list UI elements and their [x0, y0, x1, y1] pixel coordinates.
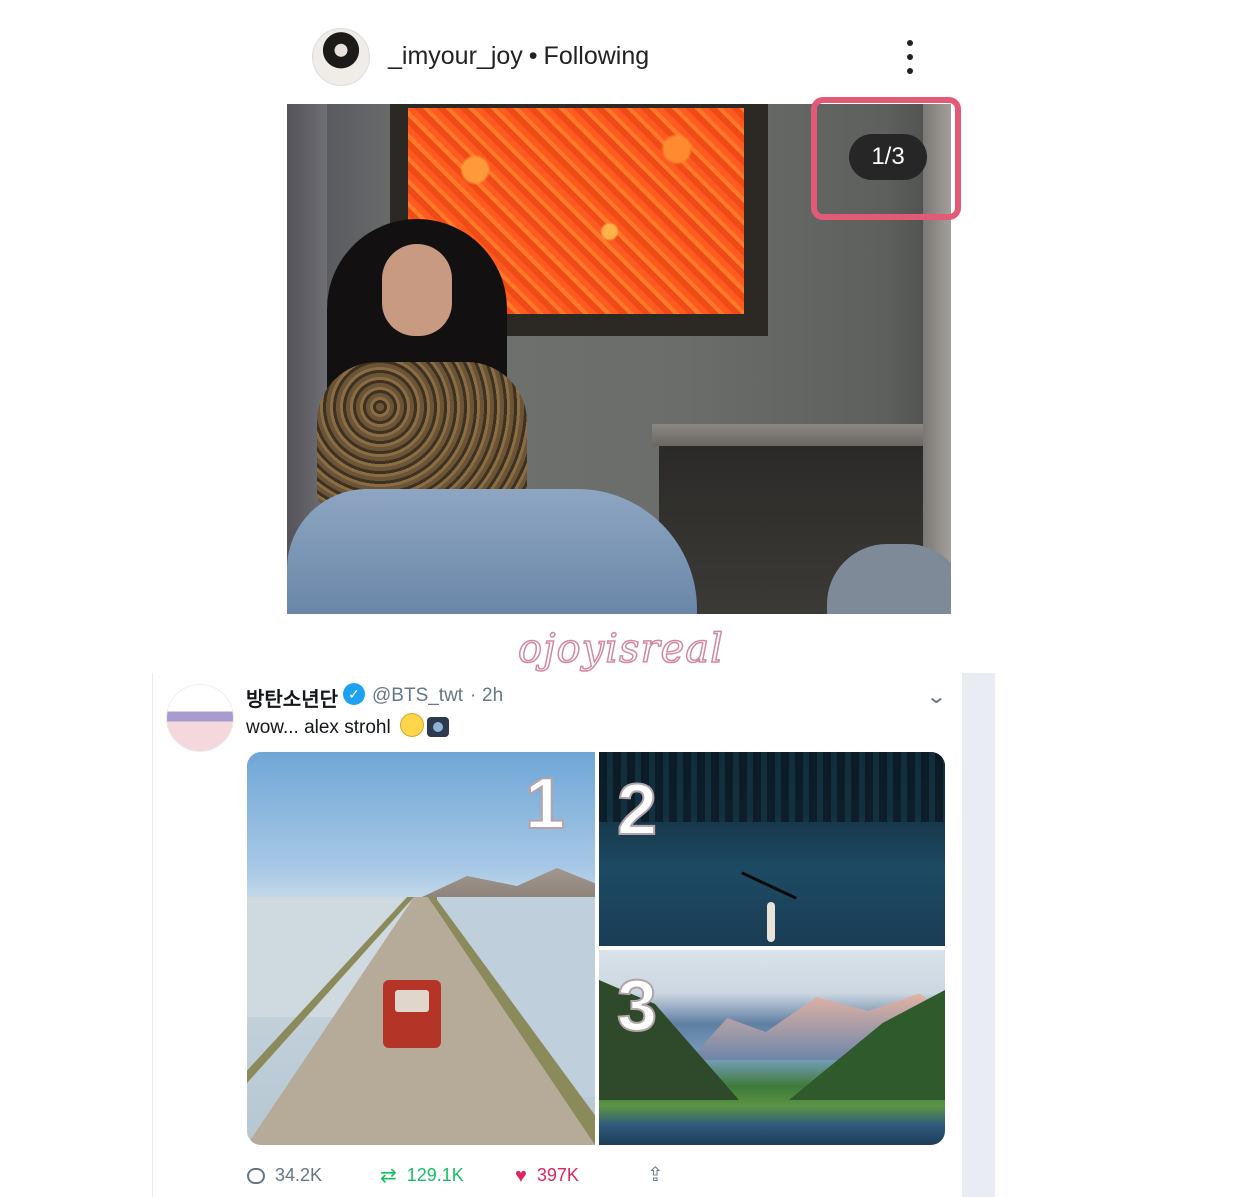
retweet-icon: ⇄: [380, 1164, 397, 1187]
tweet-display-name[interactable]: 방탄소년단: [246, 683, 338, 712]
username-link[interactable]: _imyour_joy: [388, 42, 523, 70]
like-count: 397K: [536, 1165, 579, 1185]
tweet-handle[interactable]: @BTS_twt: [372, 685, 463, 707]
tweet-image-2[interactable]: 2: [599, 752, 945, 946]
chevron-down-icon[interactable]: ⌄: [925, 684, 947, 709]
tweet-timestamp[interactable]: 2h: [482, 685, 503, 707]
smiling-face-emoji-icon: [399, 713, 424, 737]
share-button[interactable]: ⇪: [647, 1165, 674, 1185]
image-label-2: 2: [616, 770, 658, 850]
post-title: _imyour_joy • Following: [388, 42, 649, 71]
tweet-image-3[interactable]: 3: [599, 950, 945, 1145]
reply-count: 34.2K: [275, 1165, 323, 1185]
tweet-avatar[interactable]: [166, 684, 234, 752]
kayak: [767, 902, 775, 942]
instagram-post-header: _imyour_joy • Following: [312, 28, 922, 86]
tweet-image-1[interactable]: 1: [247, 752, 595, 1145]
more-vertical-icon[interactable]: [898, 40, 922, 74]
car: [383, 980, 441, 1048]
separator-dot: •: [528, 42, 538, 70]
tweet-actions: 34.2K ⇄ 129.1K ♥ 397K ⇪: [247, 1165, 677, 1191]
image-label-1: 1: [524, 764, 566, 844]
tweet-text: wow... alex strohl: [246, 713, 449, 739]
scrollbar[interactable]: [962, 673, 995, 1197]
camera-emoji-icon: [426, 717, 449, 737]
highlight-annotation-box: [811, 97, 961, 220]
image-label-3: 3: [616, 966, 658, 1046]
tweet-media-grid: 1 2 3: [247, 752, 945, 1145]
retweet-count: 129.1K: [406, 1165, 464, 1185]
share-icon: ⇪: [647, 1164, 664, 1186]
heart-icon: ♥: [515, 1164, 527, 1187]
like-button[interactable]: ♥ 397K: [515, 1165, 579, 1186]
separator-dot: ·: [470, 685, 477, 706]
follow-status[interactable]: Following: [544, 42, 650, 70]
profile-avatar[interactable]: [312, 28, 370, 86]
reply-icon: [247, 1167, 265, 1184]
tweet-text-body: wow... alex strohl: [246, 717, 391, 738]
reply-button[interactable]: 34.2K: [247, 1165, 322, 1186]
verified-badge-icon: ✓: [343, 683, 365, 705]
retweet-button[interactable]: ⇄ 129.1K: [380, 1165, 464, 1186]
